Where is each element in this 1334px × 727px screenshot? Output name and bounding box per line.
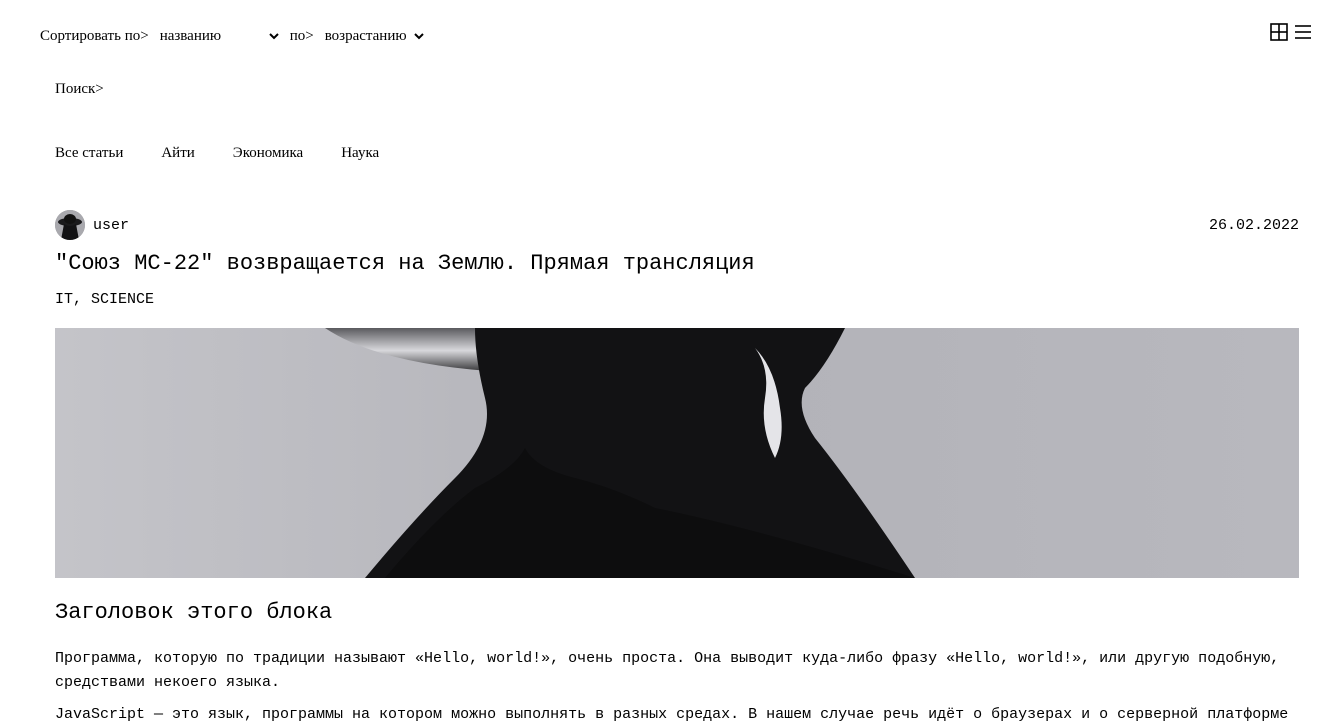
block-title: Заголовок этого блока bbox=[55, 600, 333, 625]
sort-label: Сортировать по> bbox=[40, 27, 149, 44]
article-image bbox=[55, 328, 1299, 578]
sort-order-select[interactable]: возрастанию bbox=[325, 28, 425, 45]
sort-field-select[interactable]: названию bbox=[160, 28, 280, 45]
sort-bar: Сортировать по> названию по> возрастанию bbox=[40, 26, 425, 46]
article-meta: user 26.02.2022 bbox=[55, 210, 1299, 240]
grid-view-icon[interactable] bbox=[1270, 23, 1288, 41]
list-view-icon[interactable] bbox=[1294, 23, 1312, 41]
category-tabs: Все статьи Айти Экономика Наука bbox=[55, 145, 417, 162]
sort-field-value: названию bbox=[159, 27, 222, 44]
tab-all-articles[interactable]: Все статьи bbox=[55, 145, 123, 162]
article-tags: IT, SCIENCE bbox=[55, 291, 155, 308]
sort-order-label: по> bbox=[289, 27, 314, 44]
article-title[interactable]: "Союз МС-22" возвращается на Землю. Прям… bbox=[55, 251, 755, 276]
article-paragraph: JavaScript — это язык, программы на кото… bbox=[55, 706, 1289, 723]
article-date: 26.02.2022 bbox=[1208, 216, 1299, 234]
article-author: user bbox=[55, 210, 129, 240]
tab-science[interactable]: Наука bbox=[341, 145, 379, 162]
chevron-down-icon bbox=[413, 33, 424, 40]
view-toggle bbox=[1270, 23, 1312, 41]
tab-economics[interactable]: Экономика bbox=[233, 145, 303, 162]
avatar[interactable] bbox=[55, 210, 85, 240]
article-paragraph: Программа, которую по традиции называют … bbox=[55, 650, 1280, 691]
tab-it[interactable]: Айти bbox=[161, 145, 194, 162]
author-name[interactable]: user bbox=[93, 217, 129, 234]
sort-order-value: возрастанию bbox=[324, 27, 407, 44]
search-input[interactable]: Поиск> bbox=[55, 81, 104, 98]
chevron-down-icon bbox=[268, 33, 279, 40]
